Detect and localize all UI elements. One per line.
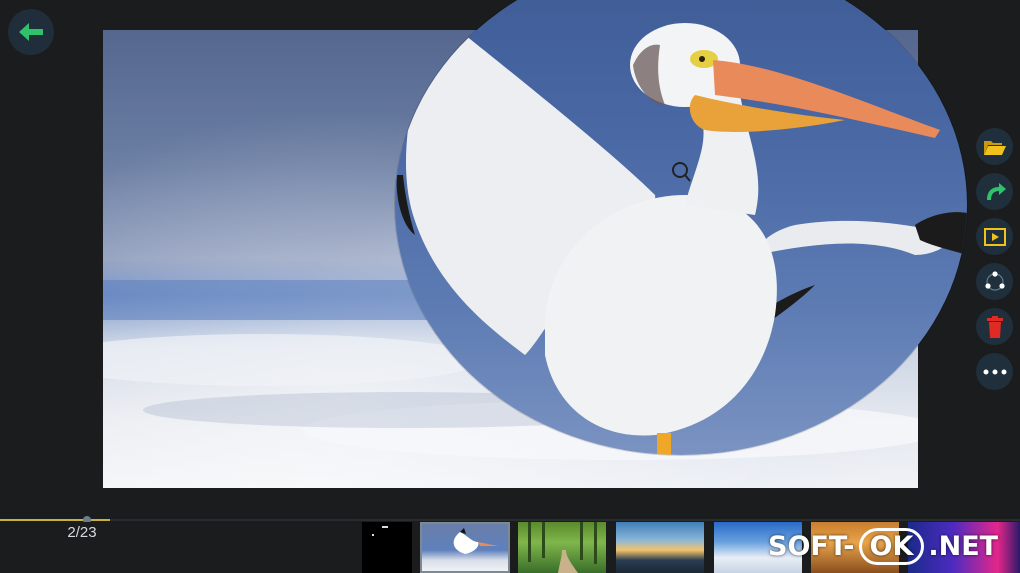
folder-open-icon — [983, 140, 1006, 155]
play-slideshow-icon — [983, 227, 1006, 246]
progress-fill — [0, 519, 110, 521]
back-button[interactable] — [8, 9, 54, 55]
rotate-right-icon — [986, 182, 1006, 200]
pelican-thumbnail — [453, 528, 498, 554]
forest-thumbnail — [528, 522, 597, 573]
trash-icon — [986, 315, 1003, 338]
progress-bar[interactable] — [0, 516, 1020, 524]
pelican-illustration — [396, 23, 967, 455]
arrow-left-icon — [19, 23, 43, 41]
image-counter: 2/23 — [56, 522, 108, 544]
share-icon — [984, 270, 1005, 291]
delete-button[interactable] — [976, 308, 1013, 345]
thumbnail-selected[interactable] — [420, 522, 510, 573]
watermark-left: SOFT- — [768, 530, 855, 562]
share-button[interactable] — [976, 263, 1013, 300]
thumbnail[interactable] — [518, 522, 606, 573]
watermark-right: .NET — [928, 530, 999, 562]
open-folder-button[interactable] — [976, 128, 1013, 165]
slideshow-button[interactable] — [976, 218, 1013, 255]
more-dots-icon — [983, 369, 1006, 374]
watermark-ok: OK — [858, 527, 925, 565]
watermark-logo: SOFT- OK .NET — [768, 526, 998, 566]
thumbnail[interactable] — [362, 522, 412, 573]
rotate-button[interactable] — [976, 173, 1013, 210]
more-button[interactable] — [976, 353, 1013, 390]
thumbnail[interactable] — [616, 522, 704, 573]
magnifier-lens[interactable] — [395, 0, 967, 455]
side-toolbar — [976, 128, 1014, 398]
